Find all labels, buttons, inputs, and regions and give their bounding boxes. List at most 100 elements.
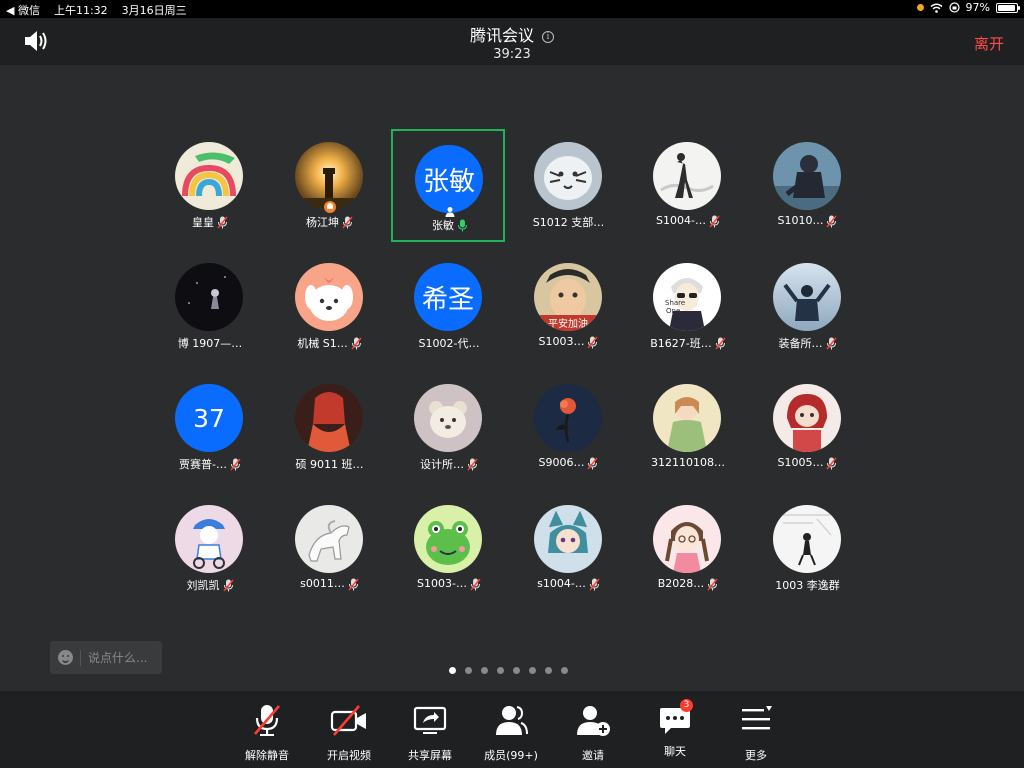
participant-tile[interactable]: 37 贾赛普-…	[153, 370, 267, 483]
participant-name: 机械 S1…	[297, 337, 348, 350]
members-label: 成员(99+)	[484, 749, 538, 762]
mic-muted-icon	[587, 335, 599, 349]
participant-name: s1004-…	[537, 577, 586, 591]
mic-active-icon	[457, 218, 468, 232]
participant-label: 312110108…	[631, 456, 745, 469]
participant-tile[interactable]: 皇皇	[153, 128, 267, 241]
participant-tile[interactable]: S1005…	[751, 370, 865, 483]
bottom-toolbar: 解除静音 开启视频 共享屏幕 成员(99+) 邀请 3 聊天 更多	[0, 691, 1024, 768]
page-dot[interactable]	[545, 667, 552, 674]
participant-label: s0011…	[273, 577, 387, 591]
participant-tile[interactable]: S1003-…	[392, 491, 506, 604]
status-bar: ◀ 微信 上午11:32 3月16日周三 97%	[0, 0, 1024, 18]
participant-tile[interactable]: Share One B1627-班…	[631, 249, 745, 362]
participant-tile[interactable]: S1012 支部…	[512, 128, 626, 241]
back-to-app[interactable]: ◀ 微信	[6, 2, 40, 18]
participant-tile[interactable]: s1004-…	[512, 491, 626, 604]
participant-label: 刘凯凯	[153, 577, 267, 593]
participant-tile[interactable]: 希圣 S1002-代…	[392, 249, 506, 362]
leave-button[interactable]: 离开	[974, 33, 1004, 54]
avatar: 平安加油	[533, 263, 602, 331]
page-dot[interactable]	[465, 667, 472, 674]
chat-label: 聊天	[664, 745, 686, 758]
meeting-header: 腾讯会议 i 39:23 离开	[0, 18, 1024, 65]
participant-label: S1005…	[751, 456, 865, 470]
meeting-title: 腾讯会议	[469, 26, 534, 45]
battery-percent: 97%	[965, 1, 990, 14]
svg-text:平安加油: 平安加油	[548, 317, 588, 330]
participant-tile[interactable]: 设计所…	[392, 370, 506, 483]
page-dot[interactable]	[513, 667, 520, 674]
share-screen-button[interactable]: 共享屏幕	[395, 703, 465, 763]
share-screen-label: 共享屏幕	[408, 749, 452, 762]
mic-muted-icon	[230, 457, 241, 471]
mic-muted-icon	[587, 456, 599, 470]
chat-badge: 3	[680, 699, 693, 712]
page-dot[interactable]	[449, 667, 456, 674]
avatar	[414, 384, 482, 452]
participant-tile[interactable]: B2028…	[631, 491, 745, 604]
avatar-text: 37	[175, 384, 243, 452]
participant-name: S1012 支部…	[532, 216, 605, 229]
participant-label: S1004-…	[631, 214, 745, 228]
invite-label: 邀请	[582, 749, 604, 762]
members-button[interactable]: 成员(99+)	[476, 703, 546, 763]
participant-tile[interactable]: 装备所…	[751, 249, 865, 362]
participant-label: 张敏	[393, 217, 507, 233]
mic-muted-icon	[348, 577, 359, 591]
mic-muted-icon	[470, 577, 481, 591]
participant-label: S1003-…	[392, 577, 506, 591]
participant-tile[interactable]: 张敏 张敏	[391, 129, 505, 242]
mic-muted-icon	[467, 457, 478, 471]
participant-name: 贾赛普-…	[179, 458, 227, 471]
page-dot[interactable]	[497, 667, 504, 674]
participant-name: 张敏	[432, 219, 454, 232]
avatar	[653, 142, 721, 210]
participant-label: 贾赛普-…	[153, 456, 267, 472]
participant-tile[interactable]: 平安加油 S1003…	[512, 249, 626, 362]
participant-tile[interactable]: s0011…	[273, 491, 387, 604]
participant-tile[interactable]: 硕 9011 班…	[273, 370, 387, 483]
page-dot[interactable]	[561, 667, 568, 674]
avatar	[294, 505, 363, 573]
participant-label: B2028…	[631, 577, 745, 591]
orientation-lock-icon	[948, 2, 960, 13]
participant-name: 312110108…	[651, 456, 725, 469]
mic-muted-icon	[217, 215, 228, 229]
page-dot[interactable]	[529, 667, 536, 674]
participant-tile[interactable]: 312110108…	[631, 370, 745, 483]
page-dot[interactable]	[481, 667, 488, 674]
info-icon[interactable]: i	[542, 31, 554, 43]
start-video-button[interactable]: 开启视频	[314, 703, 384, 763]
participant-label: B1627-班…	[631, 335, 745, 351]
participant-tile[interactable]: S1010…	[751, 128, 865, 241]
more-button[interactable]: 更多	[721, 703, 791, 763]
page-indicator[interactable]	[449, 667, 568, 674]
unmute-button[interactable]: 解除静音	[232, 703, 302, 763]
participant-tile[interactable]: 杨江坤	[273, 128, 387, 241]
emoji-icon[interactable]	[58, 650, 73, 665]
host-icon	[323, 201, 336, 213]
participant-tile[interactable]: 机械 S1…	[273, 249, 387, 362]
divider	[80, 649, 81, 666]
participant-name: S1005…	[777, 456, 824, 470]
avatar	[533, 384, 602, 452]
participant-label: 装备所…	[751, 335, 865, 351]
participant-tile[interactable]: S1004-…	[631, 128, 745, 241]
participant-tile[interactable]: 博 1907—…	[153, 249, 267, 362]
mic-muted-icon	[825, 336, 837, 350]
user-icon	[443, 203, 457, 217]
chat-button[interactable]: 3 聊天	[640, 699, 710, 759]
avatar	[533, 142, 602, 210]
avatar	[772, 263, 841, 331]
avatar	[294, 263, 363, 331]
participant-tile[interactable]: S9006…	[512, 370, 626, 483]
participant-tile[interactable]: 1003 李逸群	[751, 491, 865, 604]
mic-muted-icon	[351, 336, 362, 350]
chat-input[interactable]: 说点什么...	[50, 641, 162, 674]
participant-tile[interactable]: 刘凯凯	[153, 491, 267, 604]
invite-button[interactable]: 邀请	[558, 703, 628, 763]
meeting-timer: 39:23	[493, 47, 531, 62]
start-video-label: 开启视频	[327, 749, 371, 762]
participant-name: S1010…	[777, 214, 824, 228]
